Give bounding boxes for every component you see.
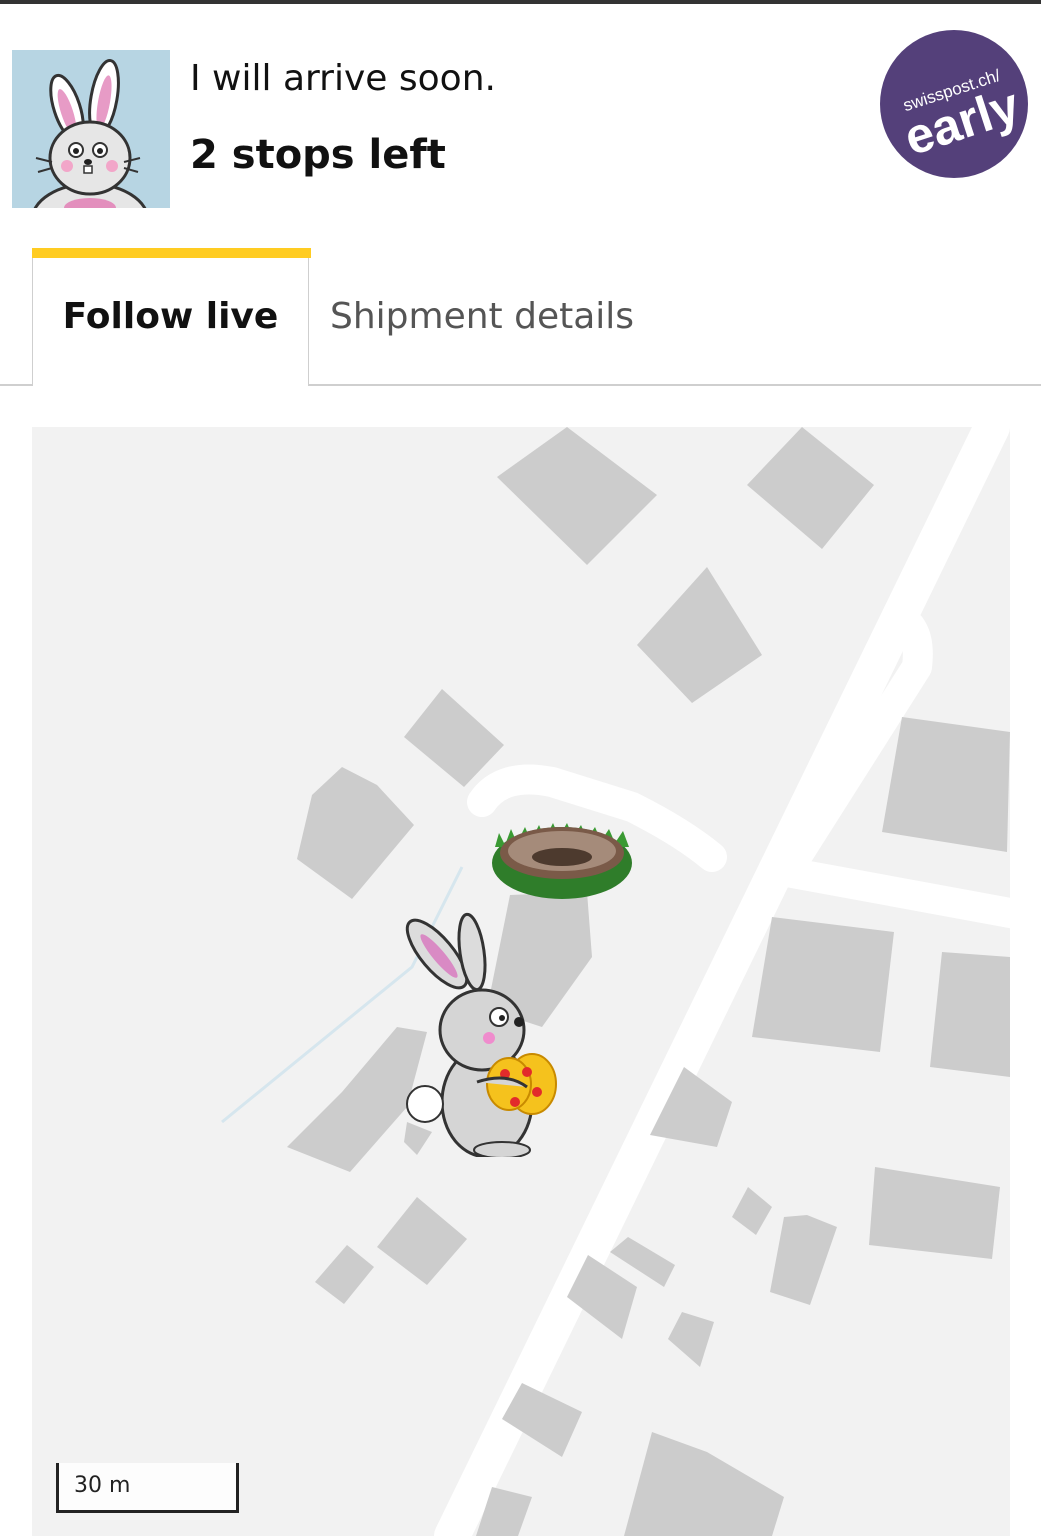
status-text: I will arrive soon.	[190, 58, 496, 99]
bunny-avatar	[12, 50, 170, 208]
stops-left-text: 2 stops left	[190, 132, 446, 178]
tab-follow-live-label: Follow live	[62, 296, 279, 337]
live-map[interactable]	[32, 427, 1010, 1536]
badge-logo: swisspost.ch/ early	[880, 30, 1028, 178]
swisspost-early-badge[interactable]: swisspost.ch/ early	[880, 30, 1028, 178]
bunny-face-icon	[33, 59, 147, 208]
tab-bar: Follow live Shipment details	[0, 248, 1041, 386]
tab-follow-live[interactable]: Follow live	[32, 248, 311, 386]
scale-label: 30 m	[74, 1473, 131, 1498]
map-scale-bar: 30 m	[56, 1463, 239, 1513]
tab-shipment-details[interactable]: Shipment details	[330, 296, 634, 337]
bunny-courier-icon[interactable]	[397, 912, 572, 1157]
nest-icon[interactable]	[487, 805, 637, 905]
top-bar	[0, 0, 1041, 4]
active-tab-indicator	[32, 248, 311, 258]
